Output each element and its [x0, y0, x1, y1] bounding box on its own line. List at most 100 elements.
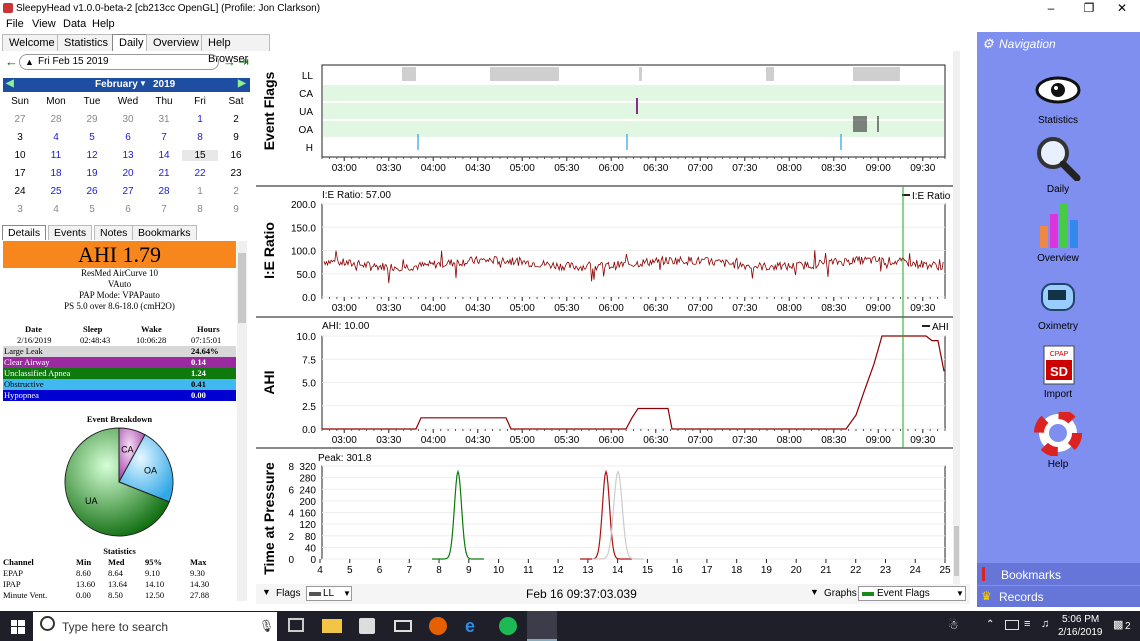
calendar-day[interactable]: 7	[146, 204, 182, 215]
edge-icon[interactable]: e	[465, 616, 475, 637]
month-select[interactable]: February	[95, 79, 138, 90]
calendar-day[interactable]: 23	[218, 168, 254, 179]
calendar-day[interactable]: 4	[38, 204, 74, 215]
clock-date[interactable]: 2/16/2019	[1058, 627, 1103, 638]
calendar-day[interactable]: 16	[218, 150, 254, 161]
calendar-day[interactable]: 19	[74, 168, 110, 179]
left-scrollbar[interactable]	[237, 241, 247, 601]
file-explorer-icon[interactable]	[322, 619, 342, 633]
records-section[interactable]: ♛ Records	[977, 586, 1140, 607]
calendar-day[interactable]: 25	[38, 186, 74, 197]
calendar-day[interactable]: 2	[218, 186, 254, 197]
calendar-day[interactable]: 29	[74, 114, 110, 125]
menu-data[interactable]: Data	[63, 18, 86, 30]
tray-chevron-icon[interactable]: ⌃	[986, 619, 994, 630]
taskbar-search[interactable]: Type here to search 🎙	[33, 612, 277, 641]
calendar-day[interactable]: 5	[74, 204, 110, 215]
menu-file[interactable]: File	[6, 18, 24, 30]
microphone-icon[interactable]: 🎙	[259, 619, 274, 633]
tab-daily[interactable]: Daily	[112, 34, 151, 51]
calendar-day[interactable]: 11	[38, 150, 74, 161]
calendar-day[interactable]: 27	[110, 186, 146, 197]
calendar-day[interactable]: 17	[2, 168, 38, 179]
volume-icon[interactable]: ♫	[1041, 618, 1049, 630]
charts-scrollbar[interactable]	[953, 51, 960, 584]
windows-start-icon[interactable]	[11, 620, 25, 634]
calendar-day[interactable]: 10	[2, 150, 38, 161]
tab-events[interactable]: Events	[48, 225, 93, 240]
clock-time[interactable]: 5:06 PM	[1062, 614, 1099, 625]
calendar-day[interactable]: 13	[110, 150, 146, 161]
tab-details[interactable]: Details	[2, 225, 47, 240]
scrollbar-thumb[interactable]	[238, 253, 246, 323]
calendar-day[interactable]: 5	[74, 132, 110, 143]
calendar-day[interactable]: 28	[146, 186, 182, 197]
flags-toggle-icon[interactable]: ▼	[262, 587, 271, 597]
flags-select[interactable]: LL ▼	[306, 586, 352, 601]
tab-bookmarks[interactable]: Bookmarks	[132, 225, 197, 240]
calendar-day[interactable]: 30	[110, 114, 146, 125]
nav-overview[interactable]: Overview	[1028, 204, 1088, 264]
calendar-day[interactable]: 1	[182, 114, 218, 125]
nav-import[interactable]: CPAP SD Import	[1028, 344, 1088, 400]
notifications-icon[interactable]: ▩	[1113, 618, 1123, 631]
calendar-day[interactable]: 6	[110, 204, 146, 215]
last-day-icon[interactable]: ⇥	[238, 54, 249, 70]
bookmarks-section[interactable]: Bookmarks	[977, 563, 1140, 585]
graphs-toggle-icon[interactable]: ▼	[810, 587, 819, 597]
calendar-day[interactable]: 9	[218, 204, 254, 215]
calendar-day[interactable]: 3	[2, 204, 38, 215]
calendar-day[interactable]: 8	[182, 132, 218, 143]
calendar-day[interactable]: 28	[38, 114, 74, 125]
menu-view[interactable]: View	[32, 18, 56, 30]
wifi-icon[interactable]: ≡	[1024, 618, 1030, 630]
calendar-day[interactable]: 8	[182, 204, 218, 215]
tab-notes[interactable]: Notes	[94, 225, 134, 240]
calendar-day[interactable]: 1	[182, 186, 218, 197]
people-icon[interactable]: ☃	[948, 618, 959, 632]
nav-daily[interactable]: Daily	[1028, 135, 1088, 195]
tab-help-browser[interactable]: Help Browser	[201, 34, 270, 65]
tab-overview[interactable]: Overview	[146, 34, 206, 51]
store-icon[interactable]	[359, 618, 375, 634]
maximize-icon[interactable]: ❐	[1071, 0, 1107, 17]
calendar-day[interactable]: 4	[38, 132, 74, 143]
prev-month-icon[interactable]: ◀	[6, 78, 14, 89]
charts-scrollbar-thumb[interactable]	[954, 526, 959, 576]
calendar-day[interactable]: 7	[146, 132, 182, 143]
nav-statistics[interactable]: Statistics	[1028, 72, 1088, 126]
tab-welcome[interactable]: Welcome	[2, 34, 62, 51]
year-field[interactable]: 2019	[153, 79, 175, 90]
prev-day-icon[interactable]: ←	[5, 54, 18, 69]
nav-help[interactable]: Help	[1028, 409, 1088, 470]
calendar-toggle-icon[interactable]: ▲	[25, 55, 34, 69]
calendar-day[interactable]: 26	[74, 186, 110, 197]
calendar-day[interactable]: 2	[218, 114, 254, 125]
task-view-icon[interactable]	[288, 618, 304, 632]
graphs-select[interactable]: Event Flags ▼	[858, 586, 966, 601]
calendar-day[interactable]: 31	[146, 114, 182, 125]
next-day-icon[interactable]: →	[223, 54, 236, 69]
tab-statistics[interactable]: Statistics	[57, 34, 116, 51]
calendar-day[interactable]: 14	[146, 150, 182, 161]
calendar-day[interactable]: 3	[2, 132, 38, 143]
calendar-day[interactable]: 21	[146, 168, 182, 179]
sleepyhead-taskbar-icon[interactable]	[527, 611, 557, 641]
calendar-day[interactable]: 27	[2, 114, 38, 125]
firefox-icon[interactable]	[429, 617, 447, 635]
calendar-day[interactable]: 20	[110, 168, 146, 179]
calendar-day[interactable]: 12	[74, 150, 110, 161]
nav-oximetry[interactable]: Oximetry	[1028, 278, 1088, 332]
spotify-icon[interactable]	[499, 617, 517, 635]
mail-icon[interactable]	[394, 620, 412, 632]
calendar-day[interactable]: 9	[218, 132, 254, 143]
calendar-day[interactable]: 24	[2, 186, 38, 197]
next-month-icon[interactable]: ▶	[238, 78, 246, 89]
minimize-icon[interactable]: –	[1033, 0, 1069, 17]
calendar-day[interactable]: 6	[110, 132, 146, 143]
calendar-day[interactable]: 22	[182, 168, 218, 179]
menu-help[interactable]: Help	[92, 18, 115, 30]
battery-icon[interactable]	[1005, 620, 1019, 630]
date-field[interactable]: ▲ Fri Feb 15 2019	[19, 54, 219, 70]
calendar-day[interactable]: 18	[38, 168, 74, 179]
